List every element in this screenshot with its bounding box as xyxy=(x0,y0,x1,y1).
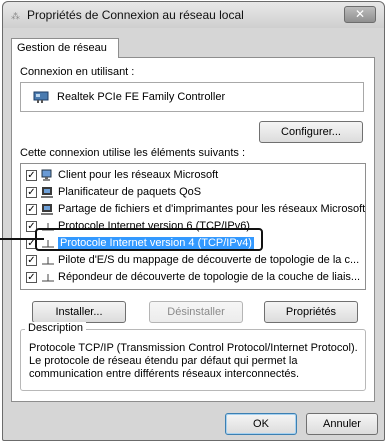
cancel-button[interactable]: Annuler xyxy=(306,413,378,435)
components-list[interactable]: ✓ Client pour les réseaux Microsoft ✓ Pl… xyxy=(20,163,366,290)
list-item-ipv4[interactable]: ✓ Protocole Internet version 4 (TCP/IPv4… xyxy=(21,235,365,252)
list-item-label: Planificateur de paquets QoS xyxy=(58,186,202,198)
install-button[interactable]: Installer... xyxy=(32,301,126,323)
list-item-file-sharing[interactable]: ✓ Partage de fichiers et d'imprimantes p… xyxy=(21,201,365,218)
checkbox[interactable]: ✓ xyxy=(26,204,37,215)
checkbox[interactable]: ✓ xyxy=(26,272,37,283)
file-printer-sharing-icon xyxy=(41,204,53,215)
properties-dialog: ⁂ Propriétés de Connexion au réseau loca… xyxy=(2,1,385,441)
configure-button[interactable]: Configurer... xyxy=(259,121,363,143)
list-item-qos[interactable]: ✓ Planificateur de paquets QoS xyxy=(21,184,365,201)
checkbox[interactable]: ✓ xyxy=(26,170,37,181)
close-button[interactable]: ✕ xyxy=(344,6,376,23)
adapter-box: Realtek PCIe FE Family Controller xyxy=(20,82,364,112)
list-item-label: Partage de fichiers et d'imprimantes pou… xyxy=(58,203,365,215)
list-item-label: Client pour les réseaux Microsoft xyxy=(58,169,219,181)
connect-using-label: Connexion en utilisant : xyxy=(20,66,135,78)
protocol-icon xyxy=(42,223,54,231)
title-bar: ⁂ Propriétés de Connexion au réseau loca… xyxy=(3,2,384,28)
checkbox[interactable]: ✓ xyxy=(26,255,37,266)
network-client-icon xyxy=(41,169,52,181)
list-item-ms-client[interactable]: ✓ Client pour les réseaux Microsoft xyxy=(21,167,365,184)
window-title: Propriétés de Connexion au réseau local xyxy=(27,8,244,22)
protocol-icon xyxy=(42,274,54,282)
scheduler-icon xyxy=(41,187,53,198)
checkbox[interactable]: ✓ xyxy=(26,221,37,232)
description-group: Description Protocole TCP/IP (Transmissi… xyxy=(20,322,366,391)
list-item-lltd-mapper[interactable]: ✓ Pilote d'E/S du mappage de découverte … xyxy=(21,252,365,269)
list-item-label: Protocole Internet version 4 (TCP/IPv4) xyxy=(58,237,254,249)
description-legend: Description xyxy=(25,322,87,334)
list-item-label: Pilote d'E/S du mappage de découverte de… xyxy=(58,254,360,266)
protocol-icon xyxy=(42,257,54,265)
tab-panel: Connexion en utilisant : Realtek PCIe FE… xyxy=(11,57,375,402)
network-icon: ⁂ xyxy=(11,11,20,21)
adapter-name: Realtek PCIe FE Family Controller xyxy=(57,91,226,103)
components-label: Cette connexion utilise les éléments sui… xyxy=(20,147,246,159)
description-text: Protocole TCP/IP (Transmission Control P… xyxy=(29,342,358,380)
checkbox[interactable]: ✓ xyxy=(26,187,37,198)
list-item-label: Protocole Internet version 6 (TCP/IPv6) xyxy=(58,220,250,232)
list-item-label: Répondeur de découverte de topologie de … xyxy=(58,271,361,283)
ok-button[interactable]: OK xyxy=(225,413,297,435)
tab-networking[interactable]: Gestion de réseau xyxy=(11,38,119,58)
network-adapter-icon xyxy=(33,91,49,103)
uninstall-button[interactable]: Désinstaller xyxy=(149,301,243,323)
list-item-ipv6[interactable]: ✓ Protocole Internet version 6 (TCP/IPv6… xyxy=(21,218,365,235)
callout-line xyxy=(0,238,44,240)
list-item-lltd-responder[interactable]: ✓ Répondeur de découverte de topologie d… xyxy=(21,269,365,286)
properties-button[interactable]: Propriétés xyxy=(264,301,358,323)
